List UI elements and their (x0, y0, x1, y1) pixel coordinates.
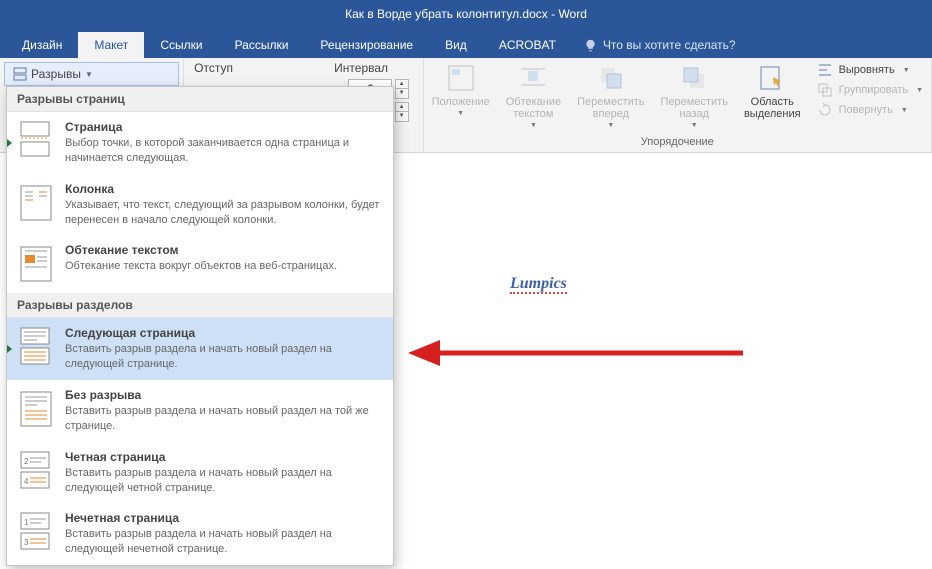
break-column[interactable]: Колонка Указывает, что текст, следующий … (7, 174, 393, 236)
dropdown-section-pages: Разрывы страниц (7, 87, 393, 112)
rotate-button[interactable]: Повернуть▼ (815, 101, 925, 119)
break-continuous[interactable]: Без разрыва Вставить разрыв раздела и на… (7, 380, 393, 442)
tell-me-placeholder: Что вы хотите сделать? (603, 38, 736, 52)
tab-design[interactable]: Дизайн (6, 32, 78, 58)
group-icon (817, 82, 833, 98)
spacing-after-spinner[interactable]: ▲▼ (395, 102, 409, 122)
annotation-arrow (408, 338, 748, 368)
rotate-icon (817, 102, 833, 118)
title-bar: Как в Ворде убрать колонтитул.docx - Wor… (0, 0, 932, 28)
marker-icon (7, 345, 12, 353)
breaks-icon (13, 67, 27, 81)
selection-pane-icon (756, 62, 788, 94)
breaks-button[interactable]: Разрывы ▼ (4, 62, 179, 86)
send-backward-button[interactable]: Переместить назад ▼ (653, 58, 736, 134)
send-backward-icon (678, 62, 710, 94)
break-continuous-icon (19, 388, 53, 430)
lightbulb-icon (584, 39, 597, 52)
break-next-page-icon (19, 326, 53, 368)
break-even-page-icon: 24 (19, 450, 53, 492)
break-column-icon (19, 182, 53, 224)
tab-acrobat[interactable]: ACROBAT (483, 32, 572, 58)
svg-text:3: 3 (24, 538, 29, 547)
wrap-text-button[interactable]: Обтекание текстом ▼ (498, 58, 569, 134)
bring-forward-icon (595, 62, 627, 94)
break-page[interactable]: Страница Выбор точки, в которой заканчив… (7, 112, 393, 174)
position-button[interactable]: Положение ▼ (424, 58, 498, 134)
tell-me[interactable]: Что вы хотите сделать? (572, 32, 748, 58)
group-button[interactable]: Группировать▼ (815, 81, 925, 99)
break-odd-page-icon: 13 (19, 511, 53, 553)
tab-review[interactable]: Рецензирование (304, 32, 429, 58)
position-icon (445, 62, 477, 94)
document-text[interactable]: Lumpics (510, 276, 567, 294)
ribbon-tabs: Дизайн Макет Ссылки Рассылки Рецензирова… (0, 28, 932, 58)
breaks-label: Разрывы (31, 67, 81, 81)
spacing-before-spinner[interactable]: ▲▼ (395, 79, 409, 99)
indent-label: Отступ (194, 61, 334, 75)
tab-layout[interactable]: Макет (78, 32, 144, 58)
tab-mailings[interactable]: Рассылки (219, 32, 305, 58)
selection-pane-button[interactable]: Область выделения (736, 58, 809, 134)
bring-forward-button[interactable]: Переместить вперед ▼ (569, 58, 652, 134)
tab-view[interactable]: Вид (429, 32, 483, 58)
chevron-down-icon: ▼ (85, 70, 93, 79)
arrange-group-label: Упорядочение (424, 134, 931, 152)
align-button[interactable]: Выровнять▼ (815, 61, 925, 79)
svg-text:1: 1 (24, 518, 29, 527)
wrap-text-icon (517, 62, 549, 94)
interval-label: Интервал (334, 61, 388, 75)
break-page-icon (19, 120, 53, 162)
svg-text:2: 2 (24, 457, 29, 466)
marker-icon (7, 139, 12, 147)
window-title: Как в Ворде убрать колонтитул.docx - Wor… (345, 7, 587, 21)
break-next-page[interactable]: Следующая страница Вставить разрыв разде… (7, 318, 393, 380)
break-text-wrapping[interactable]: Обтекание текстом Обтекание текста вокру… (7, 235, 393, 293)
dropdown-section-sections: Разрывы разделов (7, 293, 393, 318)
break-text-wrapping-icon (19, 243, 53, 285)
break-even-page[interactable]: 24 Четная страница Вставить разрыв разде… (7, 442, 393, 504)
svg-text:4: 4 (24, 477, 29, 486)
breaks-dropdown: Разрывы страниц Страница Выбор точки, в … (6, 86, 394, 566)
align-icon (817, 62, 833, 78)
tab-links[interactable]: Ссылки (144, 32, 218, 58)
break-odd-page[interactable]: 13 Нечетная страница Вставить разрыв раз… (7, 503, 393, 565)
